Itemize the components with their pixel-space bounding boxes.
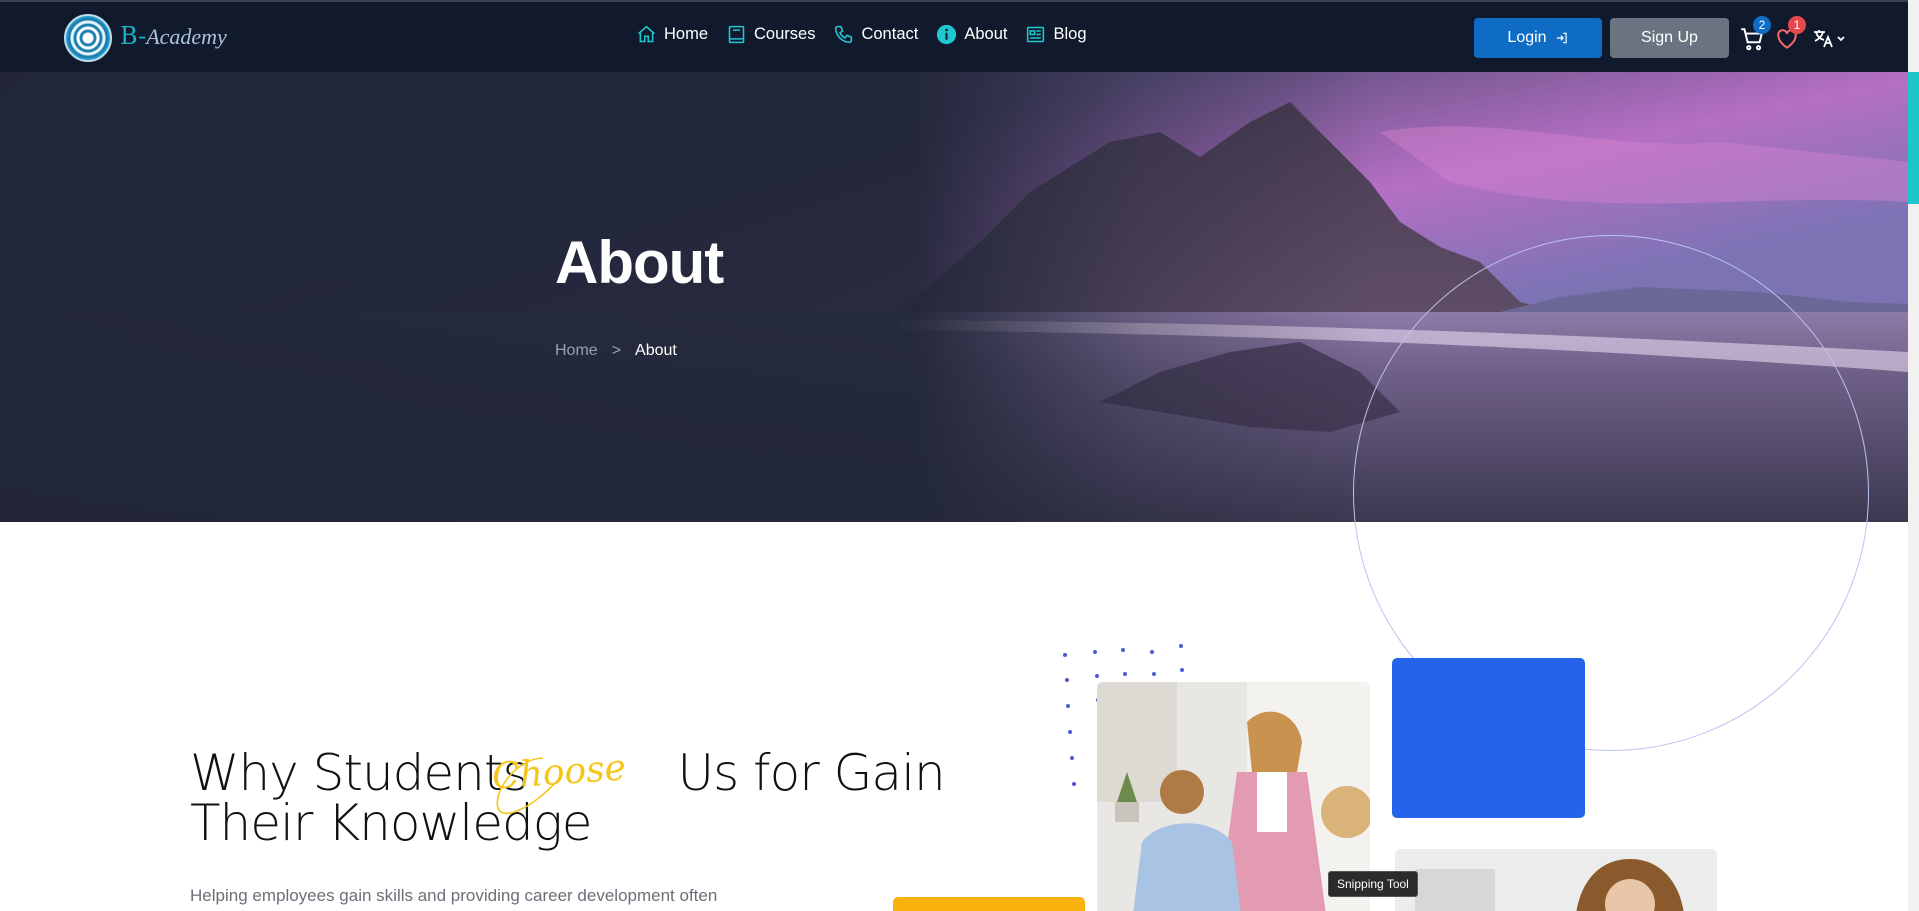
- blue-decorative-block: [1392, 658, 1585, 818]
- nav-item-contact[interactable]: Contact: [833, 24, 918, 45]
- breadcrumb-separator: >: [611, 342, 622, 359]
- breadcrumb-home-link[interactable]: Home: [555, 342, 598, 360]
- why-title-part2: Us for Gain: [677, 744, 946, 802]
- portrait-image: [1395, 849, 1717, 911]
- nav-label-home: Home: [664, 25, 709, 43]
- login-button[interactable]: Login: [1474, 18, 1602, 58]
- wishlist-count-badge: 1: [1788, 16, 1806, 34]
- login-arrow-icon: [1556, 32, 1567, 44]
- nav-label-about: About: [964, 25, 1008, 43]
- nav-label-blog: Blog: [1053, 25, 1087, 43]
- logo-icon[interactable]: [64, 14, 112, 62]
- snipping-tool-tooltip: Snipping Tool: [1328, 871, 1418, 897]
- nav-label-contact: Contact: [861, 25, 919, 43]
- nav-item-blog[interactable]: Blog: [1025, 24, 1087, 45]
- why-section-description: Helping employees gain skills and provid…: [190, 886, 718, 905]
- signup-button[interactable]: Sign Up: [1610, 18, 1729, 58]
- login-label: Login: [1507, 29, 1547, 46]
- brand-name[interactable]: B-Academy: [120, 22, 227, 50]
- newspaper-icon: [1027, 26, 1045, 43]
- wishlist-button[interactable]: 1: [1774, 16, 1806, 52]
- home-icon: [638, 25, 655, 43]
- nav-item-courses[interactable]: Courses: [726, 24, 815, 45]
- language-selector[interactable]: [1812, 26, 1846, 52]
- cta-button[interactable]: [893, 897, 1085, 911]
- breadcrumb-current: About: [635, 342, 677, 359]
- scrollbar-thumb[interactable]: [1908, 72, 1919, 204]
- cart-count-badge: 2: [1753, 16, 1771, 34]
- nav-label-courses: Courses: [754, 25, 816, 43]
- navbar: B-Academy Home Courses Contact About Blo…: [0, 0, 1908, 72]
- info-icon: [937, 24, 957, 45]
- signup-label: Sign Up: [1641, 29, 1698, 46]
- translate-icon: [1814, 30, 1845, 48]
- nav-item-about[interactable]: About: [936, 24, 1007, 45]
- cart-button[interactable]: 2: [1739, 16, 1771, 52]
- nav-item-home[interactable]: Home: [636, 24, 708, 45]
- breadcrumb: Home > About: [555, 342, 677, 360]
- student-portrait-photo: [1395, 849, 1717, 911]
- page-title: About: [555, 229, 724, 296]
- phone-icon: [835, 25, 853, 44]
- main-nav: Home Courses Contact About Blog: [636, 24, 1087, 45]
- book-icon: [728, 25, 745, 44]
